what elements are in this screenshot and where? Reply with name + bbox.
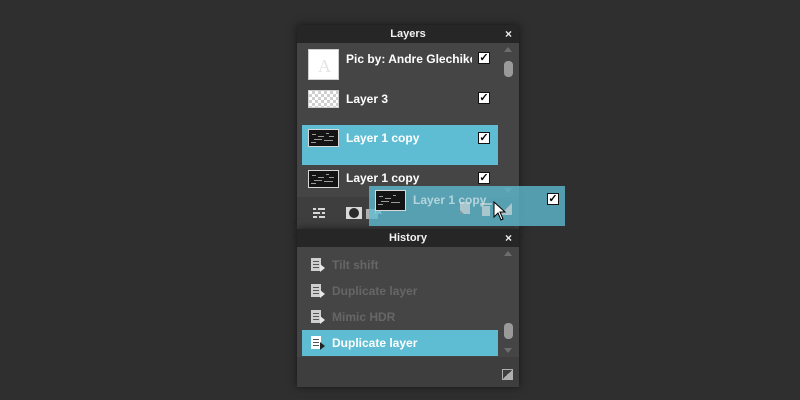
history-step-icon <box>310 309 326 325</box>
new-layer-icon <box>459 202 473 216</box>
layer-row[interactable]: A Pic by: Andre Glechikov ✓ <box>302 45 498 85</box>
history-step-icon <box>310 283 326 299</box>
history-label: Duplicate layer <box>332 284 418 298</box>
dragged-layer-ghost[interactable]: Layer 1 copy ✓ <box>369 186 565 226</box>
layer-visibility-checkbox[interactable]: ✓ <box>478 172 490 184</box>
scroll-up-icon[interactable] <box>504 47 512 52</box>
layer-thumbnail <box>308 90 339 108</box>
layer-thumbnail: A <box>308 49 339 80</box>
mouse-cursor-icon <box>493 200 507 221</box>
history-list: Tilt shift Duplicate layer Mimic HDR Dup… <box>302 249 498 357</box>
layer-visibility-checkbox[interactable]: ✓ <box>547 193 559 205</box>
layer-thumbnail <box>375 190 406 211</box>
history-step-icon <box>310 257 326 273</box>
layer-row-selected[interactable]: Layer 1 copy ✓ <box>302 125 498 165</box>
scroll-up-icon[interactable] <box>504 251 512 256</box>
history-item-selected[interactable]: Duplicate layer <box>302 330 498 356</box>
layer-name: Layer 1 copy <box>346 131 420 145</box>
layers-panel-header[interactable]: Layers × <box>297 25 519 43</box>
history-item[interactable]: Mimic HDR <box>302 304 498 330</box>
layers-panel-title: Layers <box>390 28 426 40</box>
layer-row[interactable]: Layer 3 ✓ <box>302 85 498 125</box>
history-footer <box>297 357 519 387</box>
layer-name: Pic by: Andre Glechikov <box>346 52 472 66</box>
scroll-thumb[interactable] <box>504 61 513 77</box>
history-item[interactable]: Tilt shift <box>302 252 498 278</box>
layer-thumbnail <box>308 129 339 147</box>
scroll-down-icon[interactable] <box>504 348 512 353</box>
adjustments-icon[interactable] <box>312 206 326 220</box>
layers-scrollbar[interactable] <box>501 45 515 195</box>
layer-visibility-checkbox[interactable]: ✓ <box>478 52 490 64</box>
history-close-button[interactable]: × <box>505 229 512 247</box>
history-panel: History × Tilt shift Duplicate layer Mim… <box>297 229 519 387</box>
layer-name: Layer 1 copy <box>346 171 420 185</box>
history-panel-header[interactable]: History × <box>297 229 519 247</box>
mask-icon[interactable] <box>346 206 362 220</box>
history-panel-title: History <box>389 232 427 244</box>
history-label: Duplicate layer <box>332 336 418 350</box>
layer-name: Layer 1 copy <box>413 193 487 207</box>
layer-name: Layer 3 <box>346 92 389 106</box>
svg-text:A: A <box>318 56 331 76</box>
history-item[interactable]: Duplicate layer <box>302 278 498 304</box>
layers-close-button[interactable]: × <box>505 25 512 43</box>
history-label: Tilt shift <box>332 258 379 272</box>
history-step-icon <box>310 335 326 351</box>
resize-icon[interactable] <box>502 369 513 380</box>
trash-icon <box>480 202 494 216</box>
history-scrollbar[interactable] <box>501 249 515 355</box>
layer-thumbnail <box>308 170 339 188</box>
scroll-thumb[interactable] <box>504 323 513 339</box>
layer-visibility-checkbox[interactable]: ✓ <box>478 132 490 144</box>
layer-visibility-checkbox[interactable]: ✓ <box>478 92 490 104</box>
history-label: Mimic HDR <box>332 310 396 324</box>
